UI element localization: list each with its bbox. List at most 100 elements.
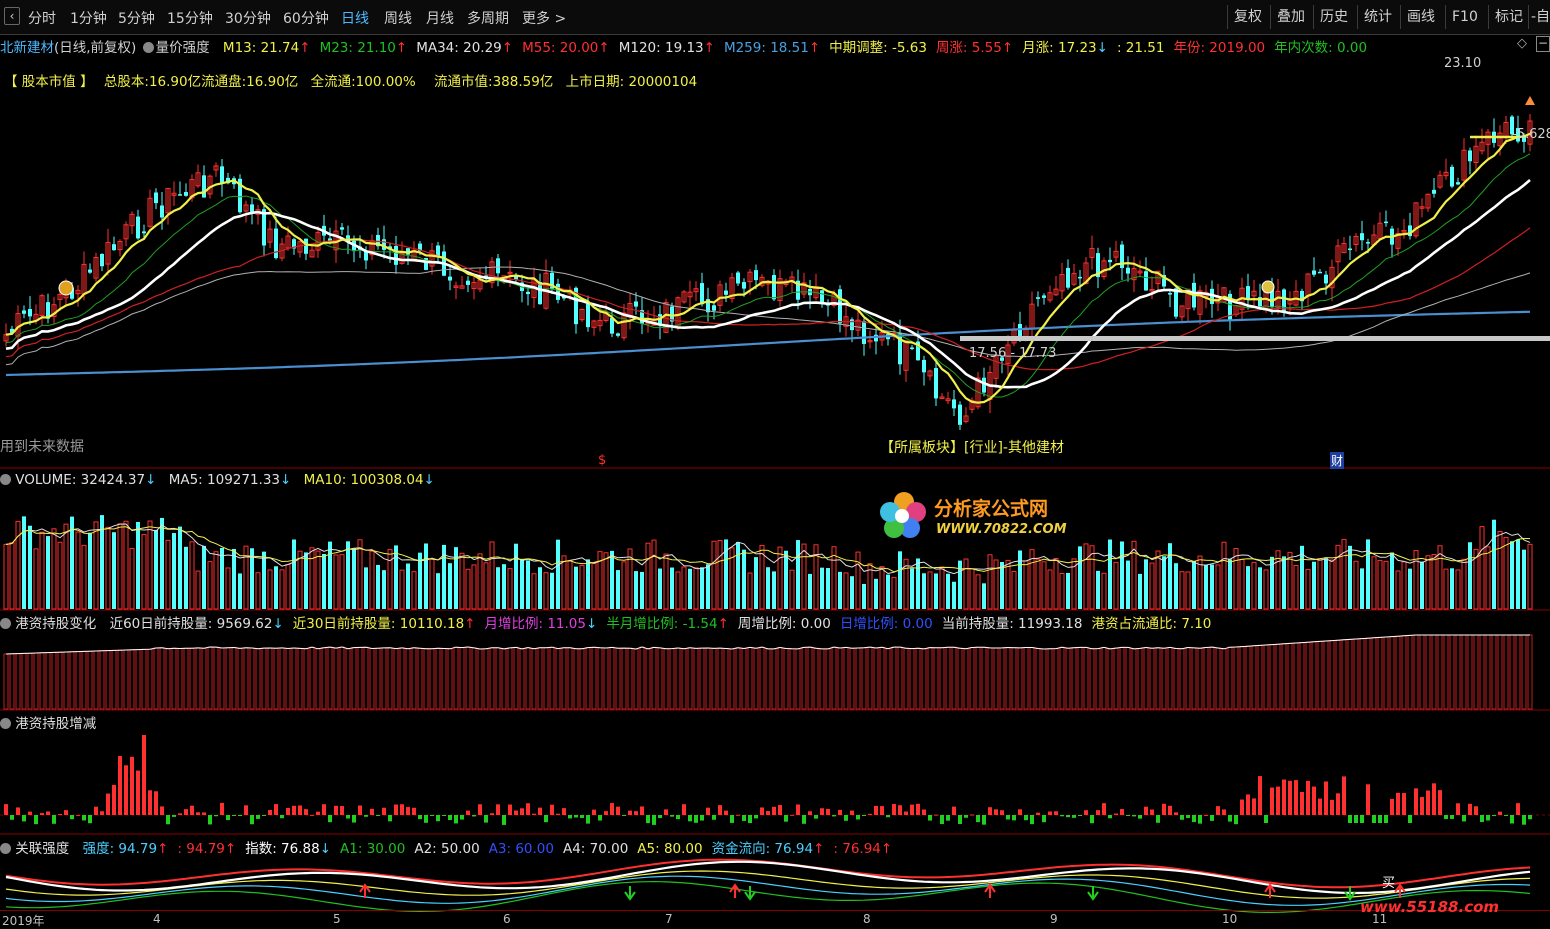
hk-holding-bar — [261, 647, 267, 710]
hk-delta-chart[interactable] — [0, 730, 1550, 836]
volume-bar — [1401, 561, 1407, 610]
hk-change-dropdown-icon[interactable] — [0, 618, 11, 629]
left-chevron-icon[interactable]: ‹ — [4, 7, 20, 25]
dollar-marker[interactable]: $ — [598, 453, 606, 468]
price-chart[interactable] — [0, 95, 1550, 470]
indicator-name[interactable]: 量价强度 — [156, 40, 210, 56]
volume-bar — [567, 560, 573, 610]
hk-holding-bar — [819, 648, 825, 710]
period-tab-intraday[interactable]: 分时 — [28, 8, 56, 28]
period-tab-daily[interactable]: 日线 — [341, 8, 369, 28]
period-tab-60min[interactable]: 60分钟 — [283, 8, 329, 28]
hk-delta-bar — [352, 815, 356, 823]
statistics-button[interactable]: 统计 — [1357, 5, 1398, 29]
period-tab-15min[interactable]: 15分钟 — [167, 8, 213, 28]
period-tab-weekly[interactable]: 周线 — [384, 8, 412, 28]
candle-body — [220, 166, 224, 184]
hk-holding-bar — [111, 649, 117, 710]
date-label-may: 5 — [333, 912, 341, 926]
hk-delta-bar — [4, 804, 8, 815]
volume-bar — [1479, 526, 1485, 610]
hk-holding-bar — [1329, 640, 1335, 710]
hk-holding-bar — [699, 647, 705, 710]
restore-rights-button[interactable]: 复权 — [1227, 5, 1268, 29]
hk-holding-bar — [513, 646, 519, 710]
volume-bar — [1078, 546, 1082, 609]
date-label-year: 2019年 — [2, 914, 45, 928]
hk-delta-bar — [1132, 815, 1136, 817]
draw-line-button[interactable]: 画线 — [1400, 5, 1441, 29]
hk-delta-bar — [1144, 806, 1148, 815]
period-tab-5min[interactable]: 5分钟 — [118, 8, 155, 28]
hk-delta-bar — [976, 815, 980, 823]
volume-bar — [33, 548, 39, 610]
hk-holding-bar — [129, 649, 135, 710]
hk-holding-bar — [585, 647, 591, 710]
hk-holding-bar — [1269, 644, 1275, 710]
relation-chart[interactable] — [0, 852, 1550, 914]
main-indicator-header: 北新建材(日线,前复权) 量价强度 M13: 21.74↑ M23: 21.10↑… — [0, 36, 1367, 56]
dollar-signal-icon — [1261, 280, 1275, 294]
history-button[interactable]: 历史 — [1313, 5, 1354, 29]
period-tab-30min[interactable]: 30分钟 — [225, 8, 271, 28]
hk-holding-bar — [1497, 634, 1503, 710]
volume-bar — [855, 551, 861, 610]
period-tab-monthly[interactable]: 月线 — [426, 8, 454, 28]
hk-holding-bar — [1155, 647, 1161, 710]
hk-delta-bar — [298, 805, 302, 815]
hk-holding-bar — [81, 650, 87, 710]
collapse-icon[interactable]: − — [1536, 36, 1550, 52]
hk-delta-bar — [1102, 803, 1106, 815]
finance-marker[interactable]: 财 — [1330, 452, 1345, 469]
hk-holding-bar — [1041, 648, 1047, 710]
hk-delta-bar — [1516, 803, 1520, 815]
hk-holding-bar — [561, 647, 567, 710]
hk-delta-bar — [1192, 815, 1196, 823]
candle-body — [28, 309, 32, 317]
hk-delta-bar — [1114, 813, 1118, 815]
period-tab-multi[interactable]: 多周期 — [467, 8, 509, 28]
candle-body — [1036, 297, 1040, 299]
overlay-button[interactable]: 叠加 — [1270, 5, 1311, 29]
hk-holding-bar — [291, 647, 297, 710]
hk-delta-bar — [1444, 815, 1448, 820]
hk-delta-bar — [226, 815, 230, 821]
hk-holding-chart[interactable] — [0, 630, 1550, 712]
hk-holding-bar — [933, 647, 939, 710]
hk-holding-bar — [57, 651, 63, 710]
volume-dropdown-icon[interactable] — [0, 474, 11, 485]
main-header-arrow-icon: ↑ — [501, 40, 514, 56]
candle-body — [742, 282, 746, 289]
volume-chart[interactable] — [0, 488, 1550, 612]
share-capital-line: 【 股本市值 】 总股本:16.90亿流通盘:16.90亿 全流通:100.00… — [4, 70, 697, 90]
hk-holding-bar — [1299, 642, 1305, 710]
auto-button[interactable]: -自 — [1528, 5, 1550, 29]
mark-button[interactable]: 标记 — [1488, 5, 1529, 29]
period-toolbar: ‹ 分时 1分钟 5分钟 15分钟 30分钟 60分钟 日线 周线 月线 多周期… — [0, 0, 1550, 35]
diamond-icon[interactable]: ◇ — [1517, 36, 1527, 51]
hk-holding-bar — [783, 647, 789, 710]
hk-delta-bar — [1522, 815, 1526, 825]
volume-bar — [898, 551, 902, 609]
sector-label[interactable]: 【所属板块】[行业]-其他建材 — [880, 437, 1064, 457]
hk-holding-bar — [309, 646, 315, 710]
volume-bar — [93, 521, 99, 610]
f10-button[interactable]: F10 — [1445, 5, 1484, 29]
hk-holding-bar — [87, 650, 93, 710]
hk-delta-dropdown-icon[interactable] — [0, 718, 11, 729]
buy-marker[interactable]: 买 — [1382, 872, 1395, 891]
candle-body — [1108, 259, 1112, 263]
main-header-label: M55: 20.00 — [522, 40, 599, 56]
hk-delta-bar — [952, 806, 956, 815]
candle-body — [1168, 293, 1172, 295]
hk-delta-bar — [808, 811, 812, 815]
period-tab-1min[interactable]: 1分钟 — [70, 8, 107, 28]
flower-logo-icon — [880, 492, 926, 538]
volume-bar — [1317, 558, 1323, 610]
hk-delta-bar — [508, 804, 512, 815]
volume-bar — [436, 573, 440, 609]
stock-name[interactable]: 北新建材 — [0, 40, 54, 56]
period-tab-more[interactable]: 更多 > — [522, 8, 566, 28]
indicator-dropdown-icon[interactable] — [142, 42, 154, 53]
main-header-label: M259: 18.51 — [723, 40, 809, 56]
